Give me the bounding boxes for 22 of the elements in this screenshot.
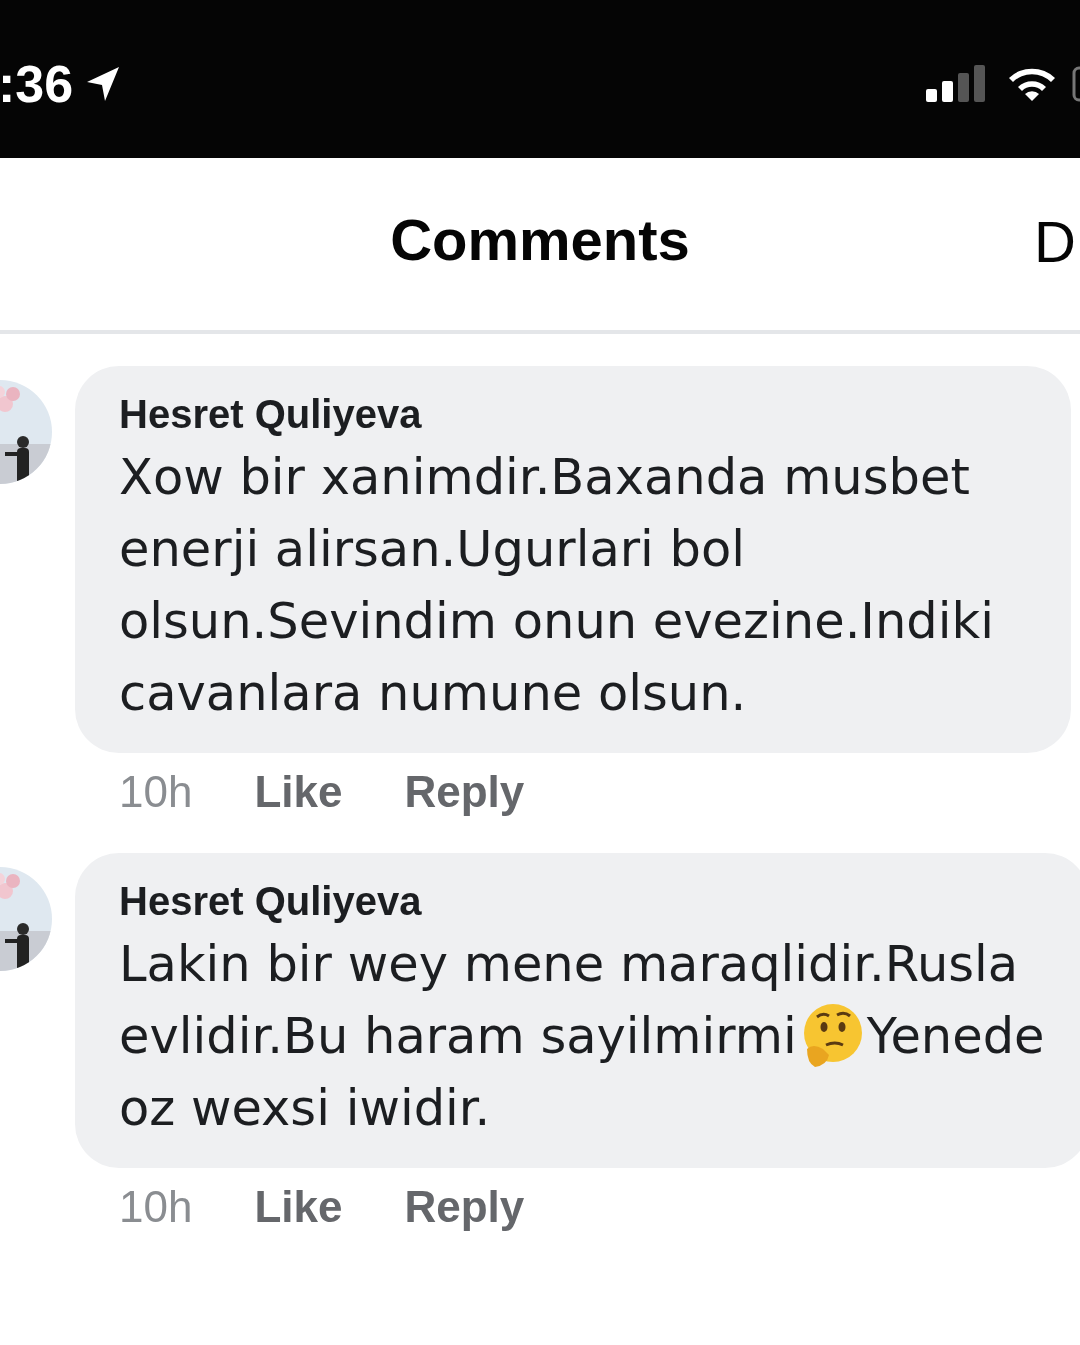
like-link[interactable]: Like — [254, 767, 343, 817]
comment-text: cavanlara numune olsun. — [119, 663, 747, 724]
side-tab[interactable]: D — [1034, 208, 1076, 275]
comment-text: enerji alirsan.Ugurlari bol — [119, 519, 746, 580]
signal-icon — [926, 65, 988, 103]
comment-text: oz wexsi iwidir. — [119, 1078, 491, 1139]
comment-time: 10h — [119, 767, 193, 817]
battery-icon — [1072, 65, 1080, 103]
author-name[interactable]: Hesret Quliyeva — [119, 392, 1027, 437]
reply-link[interactable]: Reply — [404, 767, 525, 817]
comment-text: Yenede — [866, 1006, 1045, 1067]
comment-text: Lakin bir wey mene maraqlidir.Rusla — [119, 934, 1019, 995]
comment-text: olsun.Sevindim onun evezine.Indiki — [119, 591, 994, 652]
reply-link[interactable]: Reply — [404, 1182, 525, 1232]
like-link[interactable]: Like — [254, 1182, 343, 1232]
comment-time: 10h — [119, 1182, 193, 1232]
status-time: :36 — [0, 54, 74, 114]
comment-text: evlidir.Bu haram sayilmirmi — [119, 1006, 797, 1067]
page-title: Comments — [390, 205, 690, 273]
author-name[interactable]: Hesret Quliyeva — [119, 879, 1045, 924]
comment-text: Xow bir xanimdir.Baxanda musbet — [119, 447, 970, 508]
location-arrow-icon — [85, 65, 122, 103]
